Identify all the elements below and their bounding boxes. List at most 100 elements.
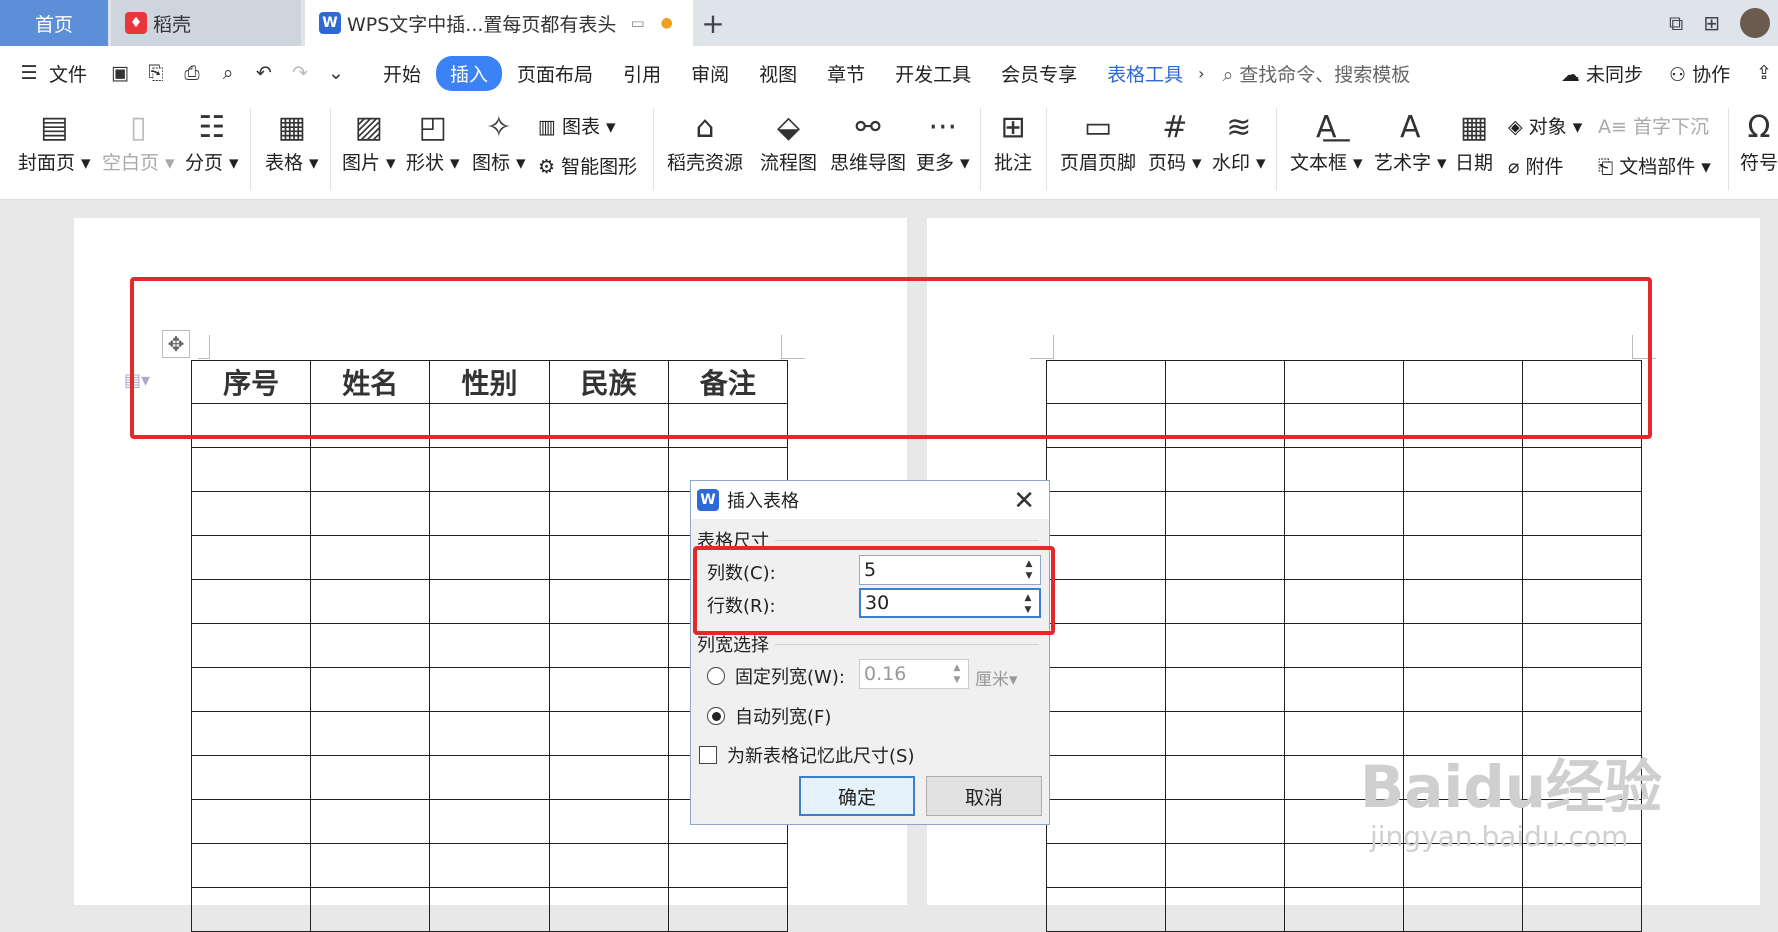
table-cell[interactable] xyxy=(1284,535,1404,580)
fixed-width-input[interactable]: 0.16 ▲ ▼ xyxy=(859,659,969,689)
print-preview-icon[interactable]: ⌕ xyxy=(215,62,241,84)
table-cell[interactable] xyxy=(429,711,550,756)
table-cell[interactable] xyxy=(548,447,669,492)
customize-dropdown-icon[interactable]: ⌄ xyxy=(323,62,349,84)
auto-width-option[interactable]: 自动列宽(F) xyxy=(707,703,831,729)
cancel-button[interactable]: 取消 xyxy=(926,776,1042,816)
more-button[interactable]: ··· 更多 ▾ xyxy=(916,108,970,175)
tab-home[interactable]: 首页 xyxy=(0,0,108,46)
table-cell[interactable] xyxy=(310,447,431,492)
smart-graphic-button[interactable]: ⚙ 智能图形 xyxy=(538,152,637,179)
object-button[interactable]: ◈ 对象 ▾ xyxy=(1508,112,1582,139)
table-cell[interactable] xyxy=(1403,491,1523,536)
table-cell[interactable] xyxy=(1046,535,1166,580)
table-cell[interactable] xyxy=(190,579,312,624)
table-cell[interactable] xyxy=(548,579,669,624)
table-cell[interactable] xyxy=(1522,535,1642,580)
shape-button[interactable]: ◰ 形状 ▾ xyxy=(406,108,460,175)
collab-button[interactable]: ⚇ 协作 xyxy=(1669,60,1730,87)
table-cell[interactable] xyxy=(429,447,550,492)
table-cell[interactable] xyxy=(1284,667,1404,712)
table-cell[interactable] xyxy=(1165,535,1285,580)
table-cell[interactable] xyxy=(1046,447,1166,492)
ok-button[interactable]: 确定 xyxy=(799,776,915,816)
table-cell[interactable] xyxy=(1522,447,1642,492)
table-cell[interactable] xyxy=(1284,491,1404,536)
auto-width-radio[interactable] xyxy=(707,707,725,725)
save-icon[interactable]: ▣ xyxy=(107,62,133,84)
header-footer-button[interactable]: ▭ 页眉页脚 xyxy=(1060,108,1136,175)
table-cell[interactable] xyxy=(1522,579,1642,624)
table-cell[interactable] xyxy=(1165,799,1285,844)
menu-member[interactable]: 会员专享 xyxy=(986,60,1092,87)
table-cell[interactable] xyxy=(429,579,550,624)
redo-icon[interactable]: ↷ xyxy=(287,62,313,84)
tab-document[interactable]: W WPS文字中插...置每页都有表头 ▭ ● xyxy=(305,0,693,46)
share-icon[interactable]: ⇪ xyxy=(1756,62,1772,84)
spin-up-icon[interactable]: ▲ xyxy=(948,662,966,674)
table-cell[interactable] xyxy=(190,491,312,536)
table-cell[interactable] xyxy=(190,755,312,800)
table-cell[interactable] xyxy=(548,623,669,668)
table-cell[interactable] xyxy=(548,667,669,712)
table-button[interactable]: ▦ 表格 ▾ xyxy=(265,108,319,175)
table-cell[interactable] xyxy=(429,843,550,888)
menu-chapter[interactable]: 章节 xyxy=(812,60,880,87)
menu-file[interactable]: 文件 xyxy=(47,60,102,87)
table-cell[interactable] xyxy=(310,887,431,932)
table-cell[interactable] xyxy=(1165,755,1285,800)
table-cell[interactable] xyxy=(310,491,431,536)
table-cell[interactable] xyxy=(1046,579,1166,624)
tab-docer[interactable]: ♦ 稻壳 xyxy=(111,0,301,46)
table-cell[interactable] xyxy=(190,535,312,580)
docer-resources-button[interactable]: ⌂ 稻壳资源 xyxy=(667,108,743,175)
table-cell[interactable] xyxy=(310,667,431,712)
page-number-button[interactable]: # 页码 ▾ xyxy=(1148,108,1202,175)
icons-button[interactable]: ✧ 图标 ▾ xyxy=(472,108,526,175)
flowchart-button[interactable]: ⬙ 流程图 xyxy=(760,108,817,175)
sync-button[interactable]: ☁ 未同步 xyxy=(1561,60,1643,87)
menu-start[interactable]: 开始 xyxy=(368,60,436,87)
table-cell[interactable] xyxy=(1046,623,1166,668)
table-cell[interactable] xyxy=(429,667,550,712)
table-cell[interactable] xyxy=(1284,447,1404,492)
table-cell[interactable] xyxy=(310,623,431,668)
menu-table-tools[interactable]: 表格工具 xyxy=(1092,60,1198,87)
table-cell[interactable] xyxy=(429,887,550,932)
table-cell[interactable] xyxy=(1284,623,1404,668)
menu-reference[interactable]: 引用 xyxy=(608,60,676,87)
table-cell[interactable] xyxy=(548,843,669,888)
table-cell[interactable] xyxy=(1046,755,1166,800)
table-cell[interactable] xyxy=(1284,887,1404,932)
unit-select[interactable]: 厘米▾ xyxy=(975,665,1018,690)
page-break-button[interactable]: ☷ 分页 ▾ xyxy=(185,108,239,175)
table-cell[interactable] xyxy=(1403,579,1523,624)
table-cell[interactable] xyxy=(190,711,312,756)
mindmap-button[interactable]: ⚯ 思维导图 xyxy=(830,108,906,175)
chevron-right-icon[interactable]: › xyxy=(1198,64,1204,83)
table-cell[interactable] xyxy=(667,887,789,932)
table-cell[interactable] xyxy=(429,799,550,844)
fixed-width-option[interactable]: 固定列宽(W): xyxy=(707,663,845,689)
table-cell[interactable] xyxy=(1403,535,1523,580)
comment-button[interactable]: ⊞ 批注 xyxy=(994,108,1032,175)
table-cell[interactable] xyxy=(1522,667,1642,712)
table-cell[interactable] xyxy=(1403,667,1523,712)
close-icon[interactable]: ✕ xyxy=(1013,486,1035,516)
table-cell[interactable] xyxy=(429,623,550,668)
table-cell[interactable] xyxy=(190,799,312,844)
export-pdf-icon[interactable]: ⎘ xyxy=(143,62,169,84)
table-cell[interactable] xyxy=(190,623,312,668)
table-cell[interactable] xyxy=(1165,711,1285,756)
textbox-button[interactable]: A͟ 文本框 ▾ xyxy=(1290,108,1363,175)
table-cell[interactable] xyxy=(1522,887,1642,932)
menu-page-layout[interactable]: 页面布局 xyxy=(502,60,608,87)
menu-insert[interactable]: 插入 xyxy=(436,55,503,91)
table-cell[interactable] xyxy=(1046,491,1166,536)
avatar[interactable] xyxy=(1740,8,1770,38)
table-cell[interactable] xyxy=(1165,843,1285,888)
picture-button[interactable]: ▨ 图片 ▾ xyxy=(342,108,396,175)
blank-page-button[interactable]: ▯ 空白页 ▾ xyxy=(102,108,175,175)
table-cell[interactable] xyxy=(548,711,669,756)
chart-button[interactable]: ▥ 图表 ▾ xyxy=(538,112,616,139)
